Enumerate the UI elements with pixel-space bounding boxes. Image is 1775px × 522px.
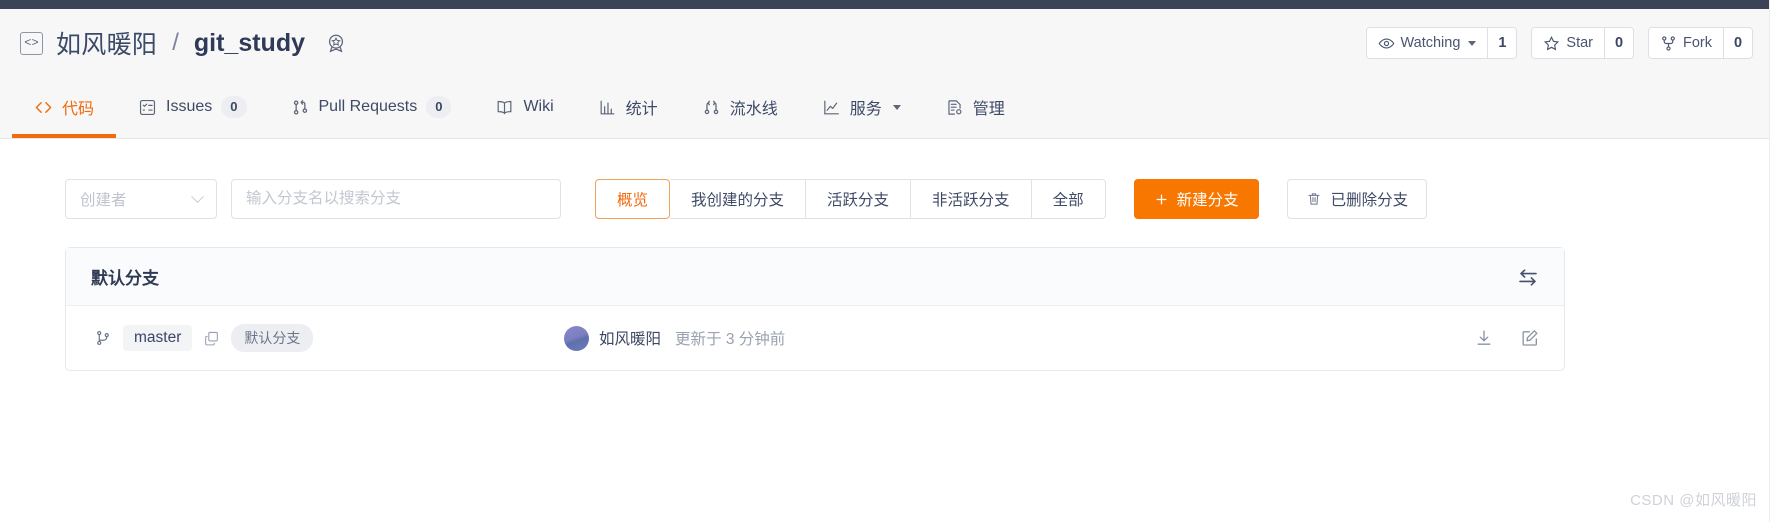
tab-pull-requests-label: Pull Requests <box>318 98 418 115</box>
tab-wiki[interactable]: Wiki <box>473 77 575 137</box>
tab-services[interactable]: 服务 <box>800 77 923 137</box>
repository-header: <> 如风暖阳 / git_study Watching 1 Star 0 Fo… <box>0 9 1775 139</box>
segment-my-branches[interactable]: 我创建的分支 <box>670 179 807 219</box>
tab-wiki-label: Wiki <box>523 98 554 115</box>
star-count[interactable]: 0 <box>1604 28 1633 58</box>
star-button-group[interactable]: Star 0 <box>1531 27 1634 59</box>
chevron-down-icon <box>1468 40 1477 46</box>
card-header: 默认分支 <box>66 248 1564 306</box>
tab-management[interactable]: 管理 <box>923 77 1027 137</box>
branch-author-info: 如风暖阳 更新于 3 分钟前 <box>564 325 1474 351</box>
book-icon <box>495 98 514 117</box>
star-icon <box>1543 35 1560 52</box>
bar-chart-icon <box>598 98 617 117</box>
watch-count[interactable]: 1 <box>1487 28 1517 58</box>
fork-button-group[interactable]: Fork 0 <box>1648 27 1753 59</box>
tab-issues-label: Issues <box>166 98 213 115</box>
branch-search-box[interactable] <box>231 179 561 219</box>
watch-button-group[interactable]: Watching 1 <box>1365 27 1518 59</box>
plus-icon <box>1154 192 1169 207</box>
branch-icon <box>94 329 112 347</box>
compare-arrows-icon[interactable] <box>1516 265 1540 289</box>
card-title: 默认分支 <box>91 269 159 288</box>
fork-button[interactable]: Fork <box>1649 28 1723 58</box>
repository-nav-tabs: 代码 Issues 0 Pull Requests 0 Wiki 统计 流水线 … <box>0 77 1775 138</box>
table-row: master 默认分支 如风暖阳 更新于 3 分钟前 <box>66 306 1564 370</box>
branch-row-actions <box>1474 328 1540 348</box>
star-button[interactable]: Star <box>1532 28 1604 58</box>
star-label: Star <box>1566 35 1593 51</box>
branch-filter-bar: 创建者 概览 我创建的分支 活跃分支 非活跃分支 全部 新建分支 <box>65 179 1755 219</box>
deleted-branch-button[interactable]: 已删除分支 <box>1286 179 1428 219</box>
repo-name-link[interactable]: git_study <box>194 29 305 58</box>
tab-code-label: 代码 <box>62 101 95 118</box>
tab-statistics-label: 统计 <box>625 101 658 118</box>
top-dark-strip <box>0 0 1775 9</box>
update-time: 更新于 3 分钟前 <box>675 331 786 348</box>
default-branch-card: 默认分支 master 默认分支 如风暖阳 更新于 3 分钟前 <box>65 247 1565 371</box>
tab-issues[interactable]: Issues 0 <box>116 77 268 137</box>
page-right-edge <box>1769 0 1775 522</box>
award-badge-icon <box>325 32 347 54</box>
branch-identity: master 默认分支 <box>94 324 564 352</box>
tab-management-label: 管理 <box>972 101 1005 118</box>
deleted-branch-label: 已删除分支 <box>1330 192 1409 209</box>
segment-overview[interactable]: 概览 <box>595 179 671 219</box>
fork-icon <box>1660 35 1677 52</box>
page: <> 如风暖阳 / git_study Watching 1 Star 0 Fo… <box>0 0 1775 522</box>
chevron-down-icon <box>191 189 204 203</box>
chevron-down-icon <box>892 104 901 110</box>
new-branch-label: 新建分支 <box>1176 192 1239 209</box>
creator-select-placeholder: 创建者 <box>80 192 127 209</box>
download-icon[interactable] <box>1474 328 1494 348</box>
tab-pipeline-label: 流水线 <box>729 101 778 118</box>
tab-pull-requests[interactable]: Pull Requests 0 <box>269 77 474 137</box>
fork-label: Fork <box>1683 35 1712 51</box>
watermark: CSDN @如风暖阳 <box>1630 492 1757 509</box>
repo-owner-link[interactable]: 如风暖阳 <box>56 25 157 61</box>
tab-statistics[interactable]: 统计 <box>576 77 680 137</box>
line-chart-icon <box>822 98 841 117</box>
segment-inactive-branches[interactable]: 非活跃分支 <box>911 179 1032 219</box>
code-icon <box>34 98 53 117</box>
fork-count[interactable]: 0 <box>1723 28 1752 58</box>
search-input[interactable] <box>246 190 546 208</box>
tab-pull-requests-count: 0 <box>426 96 452 118</box>
tab-pipeline[interactable]: 流水线 <box>680 77 800 137</box>
branch-filter-segments: 概览 我创建的分支 活跃分支 非活跃分支 全部 <box>595 179 1106 219</box>
tab-services-label: 服务 <box>849 101 882 118</box>
trash-icon <box>1306 191 1322 207</box>
header-actions: Watching 1 Star 0 Fork 0 <box>1365 27 1753 59</box>
main-content: 创建者 概览 我创建的分支 活跃分支 非活跃分支 全部 新建分支 <box>0 179 1775 371</box>
author-name[interactable]: 如风暖阳 <box>599 327 661 349</box>
creator-select[interactable]: 创建者 <box>65 179 217 219</box>
edit-icon[interactable] <box>1520 328 1540 348</box>
code-brackets-icon: <> <box>20 31 43 55</box>
tab-code[interactable]: 代码 <box>12 77 117 138</box>
watch-label: Watching <box>1400 35 1461 51</box>
tab-issues-count: 0 <box>221 96 247 118</box>
avatar <box>564 325 589 351</box>
copy-icon[interactable] <box>203 330 220 347</box>
segment-all-branches[interactable]: 全部 <box>1031 179 1106 219</box>
pull-request-icon <box>291 98 310 117</box>
new-branch-button[interactable]: 新建分支 <box>1133 179 1259 219</box>
document-gear-icon <box>945 98 964 117</box>
default-branch-tag: 默认分支 <box>231 324 314 352</box>
watch-button[interactable]: Watching <box>1366 28 1488 58</box>
breadcrumb: <> 如风暖阳 / git_study <box>20 25 347 61</box>
breadcrumb-separator: / <box>172 29 179 56</box>
issues-list-icon <box>138 98 157 117</box>
segment-active-branches[interactable]: 活跃分支 <box>806 179 912 219</box>
pipeline-icon <box>702 98 721 117</box>
branch-name[interactable]: master <box>123 325 193 351</box>
eye-icon <box>1378 35 1395 52</box>
repo-title-row: <> 如风暖阳 / git_study Watching 1 Star 0 Fo… <box>0 9 1775 77</box>
